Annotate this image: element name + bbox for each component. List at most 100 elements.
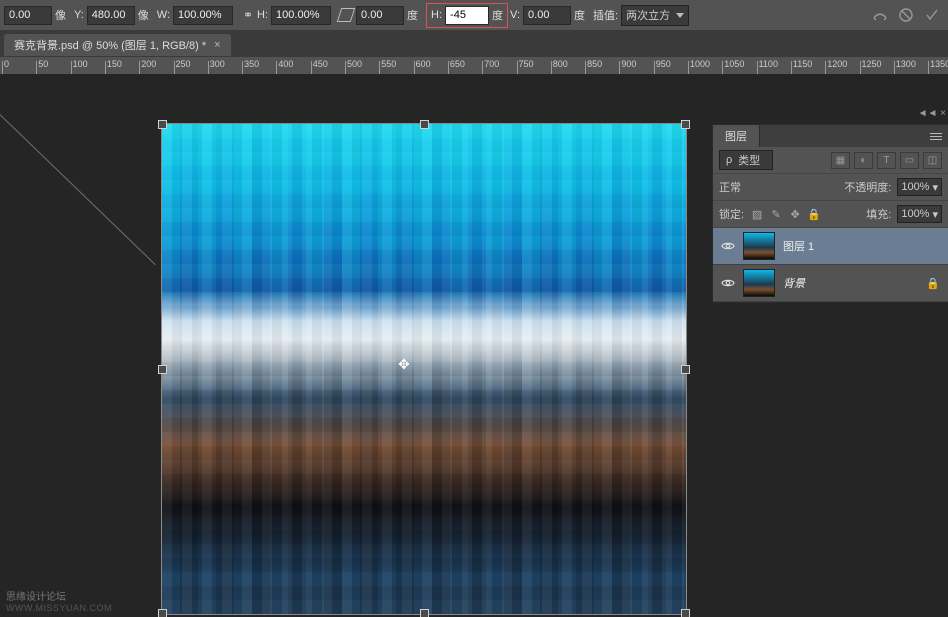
blend-mode-select[interactable]: 正常 <box>719 179 789 195</box>
h-field-group: H: 100.00% <box>257 6 331 25</box>
commit-icons <box>872 0 940 30</box>
lock-all-icon[interactable]: 🔒 <box>807 208 821 221</box>
filter-adjust-icon[interactable]: ◐ <box>854 152 873 169</box>
cancel-icon[interactable] <box>898 7 914 23</box>
close-icon[interactable]: × <box>214 39 220 51</box>
warp-icon[interactable] <box>872 7 888 23</box>
ruler-tick-label: 550 <box>381 59 396 69</box>
ruler-tick-label: 400 <box>278 59 293 69</box>
w-label: W: <box>157 9 170 21</box>
skew-h-label: H: <box>431 9 442 21</box>
canvas-stage: ✥ ◄◄ × 图层 ρ类型 ▦ ◐ T ▭ ◫ 正常 不透 <box>0 74 948 617</box>
filter-shape-icon[interactable]: ▭ <box>900 152 919 169</box>
opacity-value: 100% <box>901 181 929 193</box>
fill-value-box[interactable]: 100%▾ <box>897 205 942 223</box>
interp-value: 两次立方 <box>626 7 670 23</box>
interp-group: 插值: 两次立方 <box>593 5 689 26</box>
commit-icon[interactable] <box>924 7 940 23</box>
skew-v-label: V: <box>510 9 520 21</box>
visibility-icon[interactable] <box>721 239 735 253</box>
canvas[interactable] <box>162 124 686 614</box>
lock-transparent-icon[interactable]: ▨ <box>750 208 764 221</box>
skew-v-value[interactable]: 0.00 <box>523 6 571 25</box>
fill-label: 填充: <box>866 206 891 222</box>
watermark: 思缘设计论坛 WWW.MISSYUAN.COM <box>6 588 112 613</box>
filter-kind-label: 类型 <box>738 152 760 168</box>
y-field-group: Y: 480.00 像 <box>74 6 149 25</box>
fill-value: 100% <box>901 208 929 220</box>
ruler-tick-label: 750 <box>519 59 534 69</box>
visibility-icon[interactable] <box>721 276 735 290</box>
filter-smart-icon[interactable]: ◫ <box>923 152 942 169</box>
y-value[interactable]: 480.00 <box>87 6 135 25</box>
ruler-tick-label: 300 <box>210 59 225 69</box>
document-tab-title: 赛克背景.psd @ 50% (图层 1, RGB/8) * <box>14 37 206 53</box>
ruler-tick-label: 500 <box>347 59 362 69</box>
x-value[interactable]: 0.00 <box>4 6 52 25</box>
link-wh-icon[interactable]: ⚭ <box>241 8 255 22</box>
layers-tab-label: 图层 <box>725 128 747 144</box>
layer-name[interactable]: 背景 <box>783 275 805 291</box>
ruler-tick-label: 0 <box>4 59 9 69</box>
ruler-tick-label: 1350 <box>930 59 948 69</box>
panel-collapse-icon[interactable]: ◄◄ × <box>918 108 946 119</box>
interp-label: 插值: <box>593 7 618 23</box>
filter-pixel-icon[interactable]: ▦ <box>831 152 850 169</box>
skew-h-highlight: H: -45 度 <box>426 3 508 28</box>
layers-panel-header: 图层 <box>713 125 948 147</box>
layers-tab[interactable]: 图层 <box>713 125 760 147</box>
ruler-tick-label: 1100 <box>759 59 778 69</box>
document-tab-bar: 赛克背景.psd @ 50% (图层 1, RGB/8) * × <box>0 30 948 56</box>
rotate-value[interactable]: 0.00 <box>356 6 404 25</box>
y-label: Y: <box>74 9 84 21</box>
horizontal-ruler: 0501001502002503003504004505005506006507… <box>0 56 948 75</box>
watermark-line1: 思缘设计论坛 <box>6 588 112 603</box>
skew-v-group: V: 0.00 度 <box>510 6 585 25</box>
layer-name[interactable]: 图层 1 <box>783 238 814 254</box>
ruler-tick-label: 1000 <box>690 59 710 69</box>
ruler-tick-label: 200 <box>141 59 156 69</box>
interp-select[interactable]: 两次立方 <box>621 5 689 26</box>
filter-kind-select[interactable]: ρ类型 <box>719 150 773 170</box>
skew-h-deg: 度 <box>492 7 503 23</box>
ruler-tick-label: 1300 <box>896 59 916 69</box>
blend-mode-value: 正常 <box>719 182 741 194</box>
ruler-tick-label: 900 <box>621 59 636 69</box>
lock-fill-row: 锁定: ▨ ✎ ✥ 🔒 填充: 100%▾ <box>713 201 948 228</box>
ruler-tick-label: 450 <box>313 59 328 69</box>
ruler-tick-label: 150 <box>107 59 122 69</box>
mosaic-overlay-2 <box>162 124 686 614</box>
lock-position-icon[interactable]: ✥ <box>788 208 802 221</box>
ruler-tick-label: 1050 <box>724 59 744 69</box>
lock-label: 锁定: <box>719 206 744 222</box>
opacity-label: 不透明度: <box>844 179 891 195</box>
ruler-tick-label: 600 <box>416 59 431 69</box>
ruler-tick-label: 100 <box>73 59 88 69</box>
lock-pixels-icon[interactable]: ✎ <box>769 208 783 221</box>
rotate-icon <box>337 8 356 22</box>
ruler-tick-label: 650 <box>450 59 465 69</box>
layer-thumbnail[interactable] <box>743 232 775 260</box>
watermark-line2: WWW.MISSYUAN.COM <box>6 603 112 613</box>
layer-row[interactable]: 背景 🔒 <box>713 265 948 302</box>
y-suffix: 像 <box>138 7 149 23</box>
layer-thumbnail[interactable] <box>743 269 775 297</box>
h-value[interactable]: 100.00% <box>271 6 331 25</box>
layer-filter-row: ρ类型 ▦ ◐ T ▭ ◫ <box>713 147 948 174</box>
ruler-tick-label: 250 <box>176 59 191 69</box>
filter-type-icon[interactable]: T <box>877 152 896 169</box>
ruler-tick-label: 1150 <box>793 59 812 69</box>
layer-list: 图层 1 背景 🔒 <box>713 228 948 302</box>
filter-icons: ▦ ◐ T ▭ ◫ <box>831 152 942 169</box>
skew-h-value[interactable]: -45 <box>445 6 489 25</box>
document-tab[interactable]: 赛克背景.psd @ 50% (图层 1, RGB/8) * × <box>4 34 231 56</box>
ruler-tick-label: 1200 <box>827 59 847 69</box>
rotate-group: 0.00 度 <box>339 6 418 25</box>
w-field-group: W: 100.00% <box>157 6 233 25</box>
x-suffix: 像 <box>55 7 66 23</box>
w-value[interactable]: 100.00% <box>173 6 233 25</box>
opacity-value-box[interactable]: 100%▾ <box>897 178 942 196</box>
panel-menu-icon[interactable] <box>930 133 942 140</box>
layer-row[interactable]: 图层 1 <box>713 228 948 265</box>
ruler-tick-label: 700 <box>484 59 499 69</box>
